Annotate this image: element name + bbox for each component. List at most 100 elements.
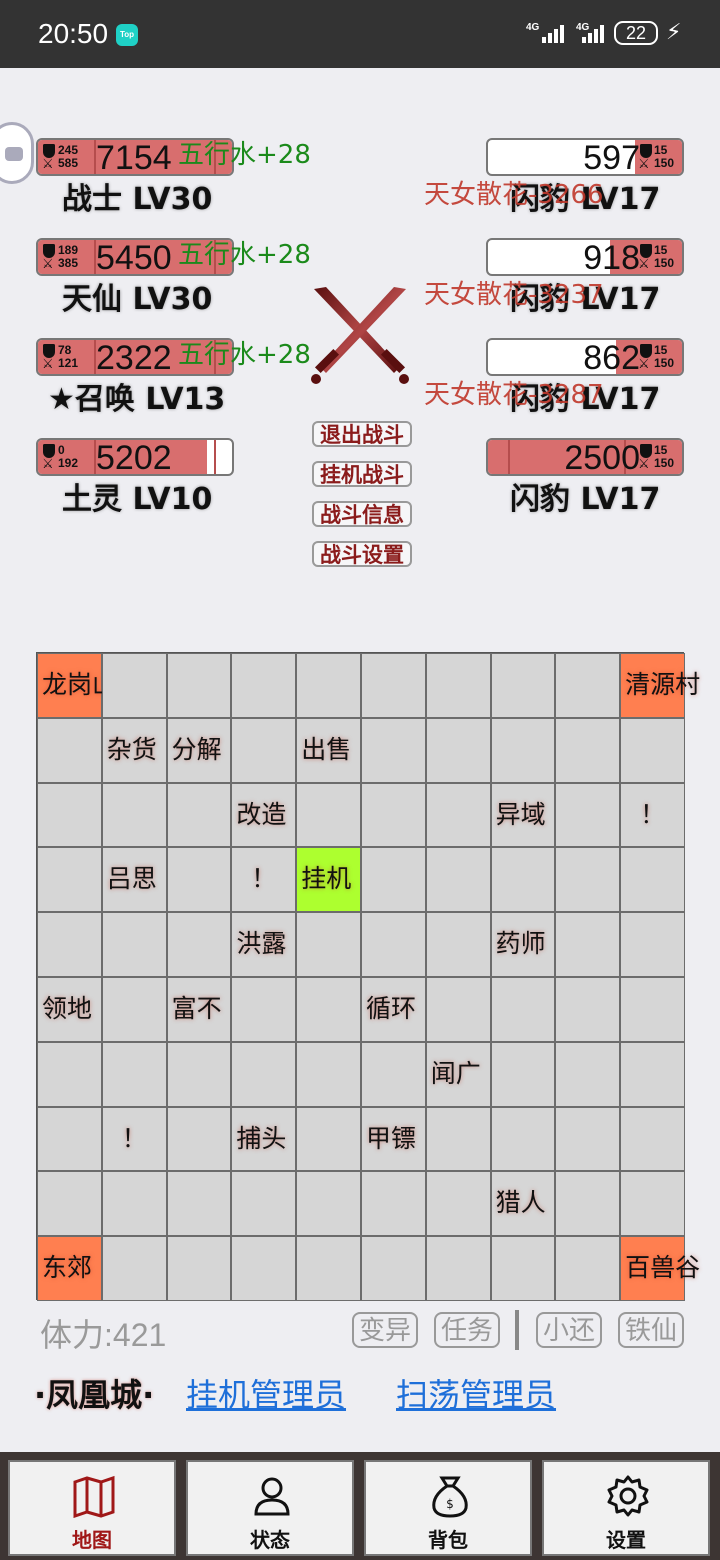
map-cell[interactable]	[620, 976, 685, 1042]
map-npc-cell[interactable]: 闻广	[425, 1041, 491, 1107]
map-cell[interactable]	[296, 653, 361, 718]
map-cell[interactable]	[296, 1236, 361, 1301]
map-quest-mark-cell[interactable]: ！	[231, 847, 297, 913]
map-cell[interactable]	[360, 1236, 426, 1301]
map-cell[interactable]	[360, 1171, 426, 1237]
map-exit-cell[interactable]: 清源村	[620, 653, 700, 718]
map-cell[interactable]	[231, 976, 297, 1042]
idle-manager-link[interactable]: 挂机管理员	[186, 1370, 346, 1416]
enemy-card[interactable]: 597 ⚔ 15 150	[486, 138, 684, 176]
map-cell[interactable]	[101, 653, 167, 718]
map-npc-cell[interactable]: 出售	[296, 717, 361, 783]
battle-info-button[interactable]: 战斗信息	[312, 501, 412, 527]
map-cell[interactable]	[166, 1106, 232, 1172]
map-npc-cell[interactable]: 吕思	[101, 847, 167, 913]
tab-status[interactable]: 状态	[186, 1460, 354, 1556]
map-quest-mark-cell[interactable]: ！	[620, 782, 685, 848]
floating-assistant-button[interactable]	[0, 122, 34, 184]
map-npc-cell[interactable]: 甲镖	[360, 1106, 426, 1172]
battle-settings-button[interactable]: 战斗设置	[312, 541, 412, 567]
map-cell[interactable]	[296, 782, 361, 848]
map-cell[interactable]	[37, 717, 102, 783]
enemy-card[interactable]: 2500 ⚔ 15 150	[486, 438, 684, 476]
map-cell[interactable]	[620, 1106, 685, 1172]
map-npc-cell[interactable]: 洪露	[231, 912, 297, 977]
map-cell[interactable]	[101, 976, 167, 1042]
map-cell[interactable]	[296, 1171, 361, 1237]
map-cell[interactable]	[555, 1041, 621, 1107]
quest-button[interactable]: 任务	[434, 1312, 500, 1348]
map-cell[interactable]	[555, 976, 621, 1042]
map-cell[interactable]	[490, 717, 556, 783]
map-cell[interactable]	[490, 847, 556, 913]
map-cell[interactable]	[620, 1171, 685, 1237]
map-npc-cell[interactable]: 药师	[490, 912, 556, 977]
map-cell[interactable]	[166, 1171, 232, 1237]
map-cell[interactable]	[555, 717, 621, 783]
map-cell[interactable]	[37, 912, 102, 977]
map-cell[interactable]	[37, 1171, 102, 1237]
map-cell[interactable]	[620, 1041, 685, 1107]
map-cell[interactable]	[37, 1041, 102, 1107]
sweep-manager-link[interactable]: 扫荡管理员	[396, 1370, 556, 1416]
map-cell[interactable]	[166, 912, 232, 977]
map-current-cell[interactable]: 挂机	[296, 847, 361, 913]
map-npc-cell[interactable]: 杂货	[101, 717, 167, 783]
map-cell[interactable]	[101, 1236, 167, 1301]
map-cell[interactable]	[425, 1106, 491, 1172]
enemy-card[interactable]: 918 ⚔ 15 150	[486, 238, 684, 276]
ally-card[interactable]: ⚔ 0 192 5202	[36, 438, 234, 476]
map-cell[interactable]	[360, 847, 426, 913]
map-cell[interactable]	[360, 782, 426, 848]
map-npc-cell[interactable]: 捕头	[231, 1106, 297, 1172]
map-cell[interactable]	[231, 1041, 297, 1107]
mutation-button[interactable]: 变异	[352, 1312, 418, 1348]
map-cell[interactable]	[166, 653, 232, 718]
map-cell[interactable]	[360, 1041, 426, 1107]
map-cell[interactable]	[425, 847, 491, 913]
map-cell[interactable]	[166, 1041, 232, 1107]
map-cell[interactable]	[425, 782, 491, 848]
map-cell[interactable]	[360, 653, 426, 718]
map-cell[interactable]	[101, 912, 167, 977]
map-cell[interactable]	[490, 976, 556, 1042]
tab-map[interactable]: 地图	[8, 1460, 176, 1556]
map-cell[interactable]	[425, 653, 491, 718]
map-cell[interactable]	[425, 912, 491, 977]
map-cell[interactable]	[166, 847, 232, 913]
map-cell[interactable]	[425, 717, 491, 783]
map-exit-cell[interactable]: 百兽谷	[620, 1236, 700, 1301]
map-cell[interactable]	[425, 1171, 491, 1237]
map-cell[interactable]	[296, 1106, 361, 1172]
map-cell[interactable]	[296, 976, 361, 1042]
map-npc-cell[interactable]: 猎人	[490, 1171, 556, 1237]
exit-battle-button[interactable]: 退出战斗	[312, 421, 412, 447]
map-cell[interactable]	[231, 717, 297, 783]
map-cell[interactable]	[101, 782, 167, 848]
map-cell[interactable]	[490, 1236, 556, 1301]
map-cell[interactable]	[231, 653, 297, 718]
map-cell[interactable]	[296, 1041, 361, 1107]
map-npc-cell[interactable]: 富不	[166, 976, 232, 1042]
map-cell[interactable]	[37, 847, 102, 913]
map-cell[interactable]	[555, 1106, 621, 1172]
map-npc-cell[interactable]: 改造	[231, 782, 297, 848]
map-cell[interactable]	[360, 912, 426, 977]
tab-bag[interactable]: $ 背包	[364, 1460, 532, 1556]
map-cell[interactable]	[555, 782, 621, 848]
map-npc-cell[interactable]: 循环	[360, 976, 426, 1042]
map-cell[interactable]	[101, 1041, 167, 1107]
enemy-card[interactable]: 862 ⚔ 15 150	[486, 338, 684, 376]
map-cell[interactable]	[620, 717, 685, 783]
map-cell[interactable]	[555, 847, 621, 913]
tab-settings[interactable]: 设置	[542, 1460, 710, 1556]
map-cell[interactable]	[490, 1106, 556, 1172]
map-exit-cell[interactable]: 东郊	[37, 1236, 102, 1301]
map-exit-cell[interactable]: 龙岗山	[37, 653, 117, 718]
map-cell[interactable]	[490, 653, 556, 718]
map-quest-mark-cell[interactable]: ！	[101, 1106, 167, 1172]
map-cell[interactable]	[555, 912, 621, 977]
map-cell[interactable]	[555, 1171, 621, 1237]
map-cell[interactable]	[231, 1171, 297, 1237]
map-cell[interactable]	[425, 1236, 491, 1301]
